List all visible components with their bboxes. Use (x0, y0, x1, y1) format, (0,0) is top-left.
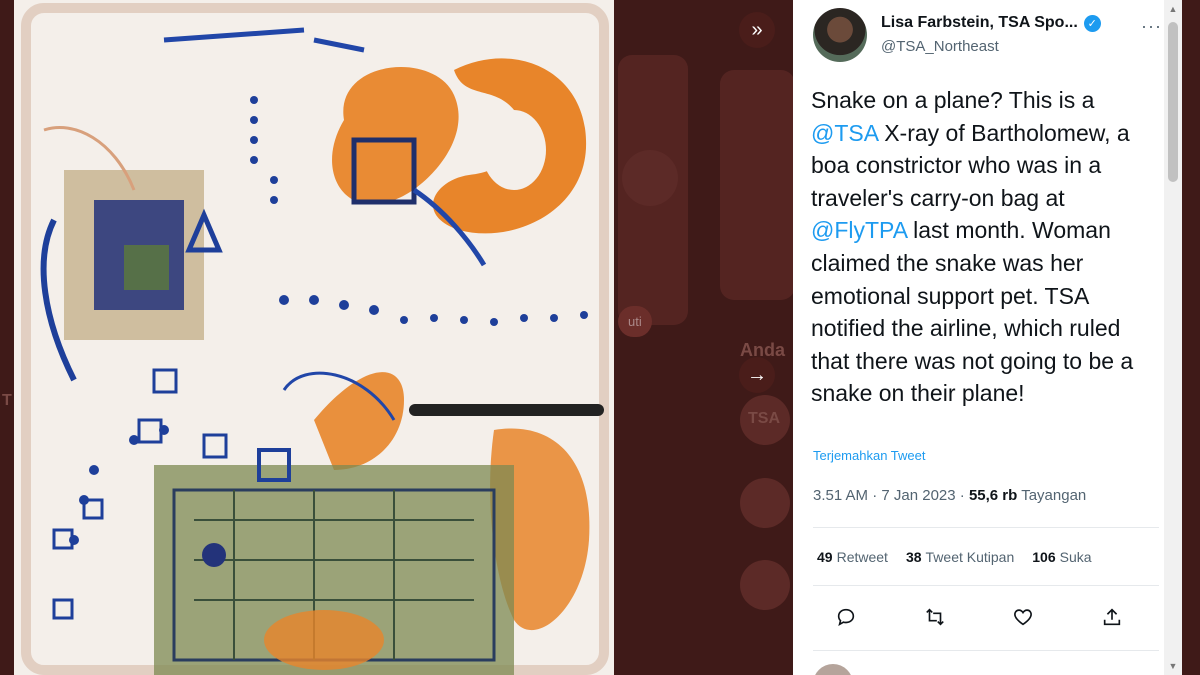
reply-icon (837, 608, 855, 627)
next-media-button[interactable]: → (739, 357, 775, 393)
background-avatar (740, 560, 790, 610)
tweet-author: Lisa Farbstein, TSA Spo... ✓ @TSA_Northe… (813, 8, 1162, 64)
heart-icon (1014, 609, 1033, 626)
author-handle[interactable]: @TSA_Northeast (881, 38, 999, 55)
tweet-detail-panel: Lisa Farbstein, TSA Spo... ✓ @TSA_Northe… (793, 0, 1182, 675)
retweets-stat[interactable]: 49 Retweet (817, 549, 888, 565)
share-button[interactable] (1095, 600, 1129, 634)
background-card (720, 70, 795, 300)
background-logo-text: TSA (748, 410, 780, 427)
retweet-icon (925, 608, 944, 626)
avatar[interactable] (813, 664, 853, 675)
divider (813, 585, 1159, 586)
verified-badge-icon: ✓ (1083, 14, 1101, 32)
mention-link-flytpa[interactable]: @FlyTPA (811, 217, 907, 243)
collapse-panel-button[interactable]: » (739, 12, 775, 48)
xray-image (14, 0, 614, 675)
quotes-count: 38 (905, 549, 922, 565)
tweet-meta: 3.51 AM · 7 Jan 2023 · 55,6 rb Tayangan (813, 487, 1086, 504)
divider (813, 527, 1159, 528)
tweet-media-image[interactable] (14, 0, 614, 675)
background-side-text: T (2, 392, 12, 409)
reply-button[interactable] (829, 600, 863, 634)
mention-link-tsa[interactable]: @TSA (811, 120, 878, 146)
translate-tweet-link[interactable]: Terjemahkan Tweet (813, 448, 926, 463)
scroll-down-arrow-icon[interactable]: ▼ (1164, 657, 1182, 675)
more-options-icon[interactable]: ··· (1141, 16, 1162, 37)
scroll-up-arrow-icon[interactable]: ▲ (1164, 0, 1182, 18)
quotes-stat[interactable]: 38 Tweet Kutipan (906, 549, 1014, 565)
retweet-button[interactable] (918, 600, 952, 634)
tweet-text: Snake on a plane? This is a @TSA X-ray o… (811, 84, 1151, 410)
scrollbar-thumb[interactable] (1168, 22, 1178, 182)
divider (813, 650, 1159, 651)
like-button[interactable] (1006, 600, 1040, 634)
author-name-row[interactable]: Lisa Farbstein, TSA Spo... ✓ (881, 14, 1101, 32)
background-avatar (622, 150, 678, 206)
tweet-text-part: Snake on a plane? This is a (811, 87, 1095, 113)
retweets-label: Retweet (836, 549, 888, 565)
likes-label: Suka (1059, 549, 1092, 565)
arrow-right-icon: → (747, 363, 767, 386)
avatar[interactable] (813, 8, 867, 62)
background-follow-button: uti (618, 306, 652, 337)
likes-stat[interactable]: 106 Suka (1032, 549, 1091, 565)
views-count: 55,6 rb (968, 487, 1018, 504)
tweet-text-part: last month. Woman claimed the snake was … (811, 217, 1134, 407)
author-name[interactable]: Lisa Farbstein, TSA Spo... (881, 14, 1078, 32)
tweet-actions (829, 600, 1129, 634)
views-label: Tayangan (1021, 487, 1087, 504)
background-avatar (740, 478, 790, 528)
retweets-count: 49 (817, 549, 833, 565)
chevrons-right-icon: » (751, 18, 763, 41)
tweet-stats: 49 Retweet 38 Tweet Kutipan 106 Suka (817, 549, 1092, 565)
quotes-label: Tweet Kutipan (925, 549, 1015, 565)
likes-count: 106 (1032, 549, 1056, 565)
tweet-timestamp[interactable]: 3.51 AM · 7 Jan 2023 · (813, 487, 969, 504)
share-icon (1103, 608, 1121, 626)
panel-scrollbar[interactable]: ▲ ▼ (1164, 0, 1182, 675)
